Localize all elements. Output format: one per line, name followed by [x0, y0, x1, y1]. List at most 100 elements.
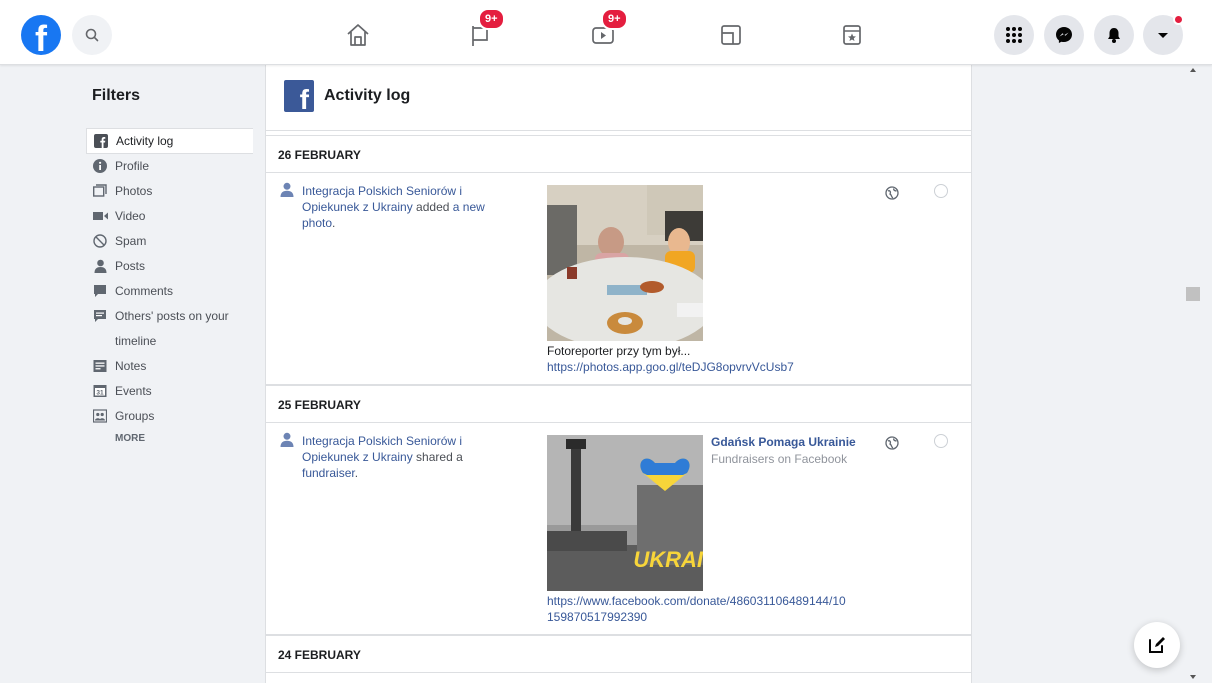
fundraiser-image[interactable]: UKRAI: [547, 435, 704, 591]
filters-sidebar: Filters Activity log Profile Photos Vide…: [0, 65, 265, 683]
filter-label: Video: [115, 209, 146, 223]
date-header: 26 FEBRUARY: [266, 135, 971, 173]
scroll-down-arrow-icon[interactable]: [1190, 675, 1196, 679]
filter-label: Posts: [115, 259, 146, 273]
svg-text:31: 31: [96, 390, 104, 397]
pages-badge: 9+: [478, 8, 505, 30]
select-radio[interactable]: [934, 434, 948, 448]
person-icon: [280, 432, 294, 452]
facebook-square-logo: f: [284, 80, 314, 112]
pages-tab[interactable]: 9+: [462, 8, 505, 53]
top-navigation-bar: f 9+ 9+: [0, 0, 1212, 65]
filter-label: Groups: [115, 409, 155, 423]
filter-list: Activity log Profile Photos Video Spam P…: [86, 128, 253, 449]
filter-label: Others' posts on your timeline: [115, 309, 229, 348]
facebook-logo[interactable]: f: [21, 15, 61, 55]
bell-icon: [1108, 28, 1120, 43]
activity-story: Integracja Polskich Seniorów i Opiekunek…: [302, 183, 512, 231]
page-title: Activity log: [324, 87, 411, 104]
activity-entry: Integracja Polskich Seniorów i Opiekunek…: [266, 423, 971, 635]
activity-log-panel: f Activity log 26 FEBRUARY Integracja Po…: [265, 65, 972, 683]
photo-link[interactable]: https://photos.app.goo.gl/teDJG8opvrvVcU…: [547, 360, 794, 374]
account-button[interactable]: [1143, 14, 1184, 55]
select-radio[interactable]: [934, 184, 948, 198]
activity-story: Integracja Polskich Seniorów i Opiekunek…: [302, 433, 512, 481]
more-filters-link[interactable]: MORE: [86, 429, 253, 449]
messenger-icon: [1056, 27, 1072, 43]
photos-icon: [92, 183, 108, 199]
caret-down-icon: [1158, 33, 1168, 38]
video-icon: [92, 208, 108, 224]
filter-video[interactable]: Video: [86, 204, 253, 229]
filter-label: Photos: [115, 184, 153, 198]
object-link[interactable]: fundraiser: [302, 466, 355, 480]
photo-image: [535, 185, 715, 349]
facebook-icon: [93, 133, 109, 149]
filter-profile[interactable]: Profile: [86, 154, 253, 179]
notes-icon: [92, 358, 108, 374]
globe-icon[interactable]: [885, 186, 899, 200]
marketplace-tab[interactable]: [713, 17, 749, 53]
others-posts-icon: [92, 308, 108, 324]
watch-tab[interactable]: 9+: [585, 8, 628, 53]
story-verb: shared a: [412, 450, 463, 464]
compose-icon: [1149, 637, 1165, 653]
caption-text: Fotoreporter przy tym był...: [547, 344, 691, 358]
story-end: .: [332, 216, 336, 230]
filter-label: Comments: [115, 284, 174, 298]
info-icon: [92, 158, 108, 174]
filter-photos[interactable]: Photos: [86, 179, 253, 204]
photo-caption: Fotoreporter przy tym był... https://pho…: [547, 343, 794, 375]
date-header: 25 FEBRUARY: [266, 385, 971, 423]
messenger-button[interactable]: [1044, 15, 1084, 55]
post-photo[interactable]: [535, 185, 715, 349]
search-button[interactable]: [72, 15, 112, 55]
menu-button[interactable]: [994, 15, 1034, 55]
globe-icon[interactable]: [885, 436, 899, 450]
scrollbar-thumb[interactable]: [1186, 287, 1200, 301]
filter-others-posts[interactable]: Others' posts on your timeline: [86, 304, 253, 354]
filter-label: Notes: [115, 359, 147, 373]
notifications-button[interactable]: [1094, 15, 1134, 55]
story-end: .: [354, 466, 359, 480]
spam-icon: [92, 233, 108, 249]
groups-tab[interactable]: [834, 17, 870, 53]
donate-link[interactable]: https://www.facebook.com/donate/48603110…: [547, 594, 846, 624]
filter-label: Events: [115, 384, 152, 398]
search-icon: [85, 28, 99, 42]
comment-icon: [92, 283, 108, 299]
scroll-up-arrow-icon[interactable]: [1190, 68, 1196, 72]
filter-notes[interactable]: Notes: [86, 354, 253, 379]
fundraiser-caption: https://www.facebook.com/donate/48603110…: [547, 593, 847, 625]
new-message-button[interactable]: [1134, 622, 1180, 668]
filters-title: Filters: [92, 87, 141, 104]
home-icon: [347, 24, 369, 46]
fundraiser-photo: UKRAI: [547, 435, 704, 591]
person-icon: [280, 182, 294, 202]
activity-entry: Integracja Polskich Seniorów i Opiekunek…: [266, 173, 971, 385]
filter-label: Spam: [115, 234, 147, 248]
filter-label: Activity log: [116, 134, 174, 148]
filter-spam[interactable]: Spam: [86, 229, 253, 254]
fundraiser-subtitle: Fundraisers on Facebook: [711, 452, 848, 466]
gaming-star-icon: [843, 25, 861, 45]
page-scrollbar[interactable]: [1182, 65, 1212, 683]
filter-posts[interactable]: Posts: [86, 254, 253, 279]
home-tab[interactable]: [340, 17, 376, 53]
grid-menu-icon: [1006, 27, 1022, 43]
filter-comments[interactable]: Comments: [86, 279, 253, 304]
groups-icon: [92, 408, 108, 424]
filter-label: Profile: [115, 159, 150, 173]
person-icon: [92, 258, 108, 274]
events-icon: 31: [92, 383, 108, 399]
date-header: 24 FEBRUARY: [266, 635, 971, 673]
filter-groups[interactable]: Groups: [86, 404, 253, 429]
watch-badge: 9+: [601, 8, 628, 30]
image-overlay-text: UKRAI: [633, 547, 703, 572]
filter-events[interactable]: 31 Events: [86, 379, 253, 404]
marketplace-icon: [721, 25, 741, 45]
filter-activity-log[interactable]: Activity log: [86, 128, 253, 154]
fundraiser-title[interactable]: Gdańsk Pomaga Ukrainie: [711, 435, 856, 449]
notification-dot: [1173, 14, 1184, 25]
story-verb: added: [412, 200, 453, 214]
